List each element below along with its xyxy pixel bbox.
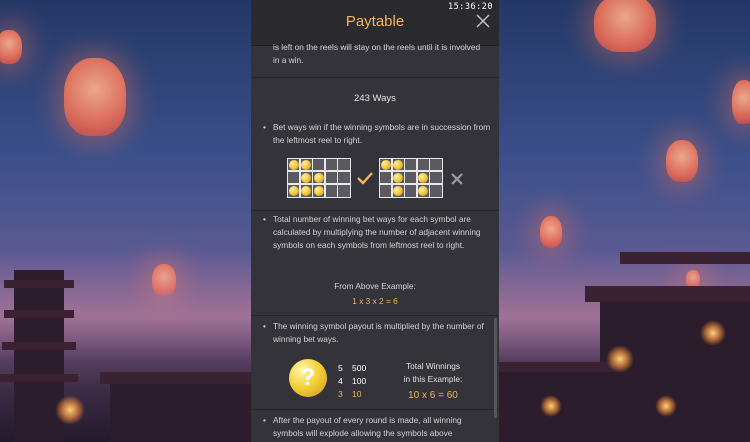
pagoda-roof <box>0 374 78 382</box>
coin-symbol <box>288 159 299 170</box>
hall-roof <box>100 372 251 384</box>
payout-amount: 100 <box>352 376 367 386</box>
coin-symbol <box>301 159 311 170</box>
lose-example-grid <box>379 158 443 198</box>
bullet-dot: • <box>263 122 266 132</box>
lantern-decoration <box>540 216 562 248</box>
coin-symbol <box>288 185 299 196</box>
total-winnings-label: Total Winnings in this Example: <box>393 360 473 386</box>
hall-left <box>110 380 251 442</box>
paytable-header: Paytable 15:36:20 <box>251 0 499 46</box>
section-divider <box>251 210 499 211</box>
bullet-dot: • <box>263 321 266 331</box>
bullet-text: Total number of winning bet ways for eac… <box>273 214 481 250</box>
lantern-decoration <box>594 0 656 52</box>
total-label-line2: in this Example: <box>403 374 463 384</box>
lantern-decoration <box>666 140 698 182</box>
x-mark-icon <box>450 172 464 186</box>
lamp-glow <box>655 395 677 417</box>
payout-count: 3 <box>338 389 343 399</box>
coin-symbol <box>393 185 403 196</box>
lamp-glow <box>700 320 726 346</box>
payout-count: 5 <box>338 363 343 373</box>
clock-readout: 15:36:20 <box>448 2 493 12</box>
win-example-grid <box>287 158 351 198</box>
total-label-line1: Total Winnings <box>406 361 460 371</box>
coin-symbol <box>393 172 403 183</box>
bullet-dot: • <box>263 415 266 425</box>
section-divider <box>251 315 499 316</box>
payout-row: 4 100 <box>338 376 366 386</box>
bullet-text: The winning symbol payout is multiplied … <box>273 321 484 344</box>
coin-symbol <box>313 185 324 196</box>
lamp-glow <box>55 395 85 425</box>
lamp-glow <box>606 345 634 373</box>
pagoda-roof <box>4 310 74 318</box>
pagoda-roof <box>2 342 76 350</box>
intro-text: is left on the reels will stay on the re… <box>273 42 481 65</box>
total-winnings-formula: 10 x 6 = 60 <box>408 390 458 401</box>
coin-symbol <box>301 185 311 196</box>
close-icon[interactable] <box>475 13 491 29</box>
example-label: From Above Example: <box>334 281 416 291</box>
section-divider <box>251 409 499 410</box>
temple-roof <box>585 286 750 302</box>
paytable-panel[interactable]: Paytable 15:36:20 is left on the reels w… <box>251 0 499 442</box>
bullet-dot: • <box>263 214 266 224</box>
pagoda-roof <box>4 280 74 288</box>
hall-roof <box>499 362 614 372</box>
coin-symbol <box>313 172 324 183</box>
checkmark-icon <box>357 171 373 185</box>
example-formula: 1 x 3 x 2 = 6 <box>352 296 398 306</box>
lantern-decoration <box>64 58 126 136</box>
coin-symbol <box>301 172 311 183</box>
payout-row: 3 10 <box>338 389 361 399</box>
lantern-decoration <box>732 80 750 124</box>
payout-count: 4 <box>338 376 343 386</box>
payout-amount: 10 <box>352 389 362 399</box>
payout-row: 5 500 <box>338 363 366 373</box>
scrollbar-thumb[interactable] <box>494 318 497 418</box>
question-mark-coin-icon: ? <box>289 359 327 397</box>
ways-heading: 243 Ways <box>354 93 396 104</box>
section-divider <box>251 77 499 78</box>
lamp-glow <box>540 395 562 417</box>
payout-amount: 500 <box>352 363 367 373</box>
coin-symbol <box>418 172 428 183</box>
coin-symbol <box>393 159 403 170</box>
bullet-text: Bet ways win if the winning symbols are … <box>273 122 491 145</box>
lantern-decoration <box>0 30 22 64</box>
bullet-text: After the payout of every round is made,… <box>273 415 462 438</box>
paytable-title: Paytable <box>345 13 405 30</box>
coin-symbol <box>380 159 391 170</box>
coin-symbol <box>418 185 428 196</box>
temple-roof <box>620 252 750 264</box>
